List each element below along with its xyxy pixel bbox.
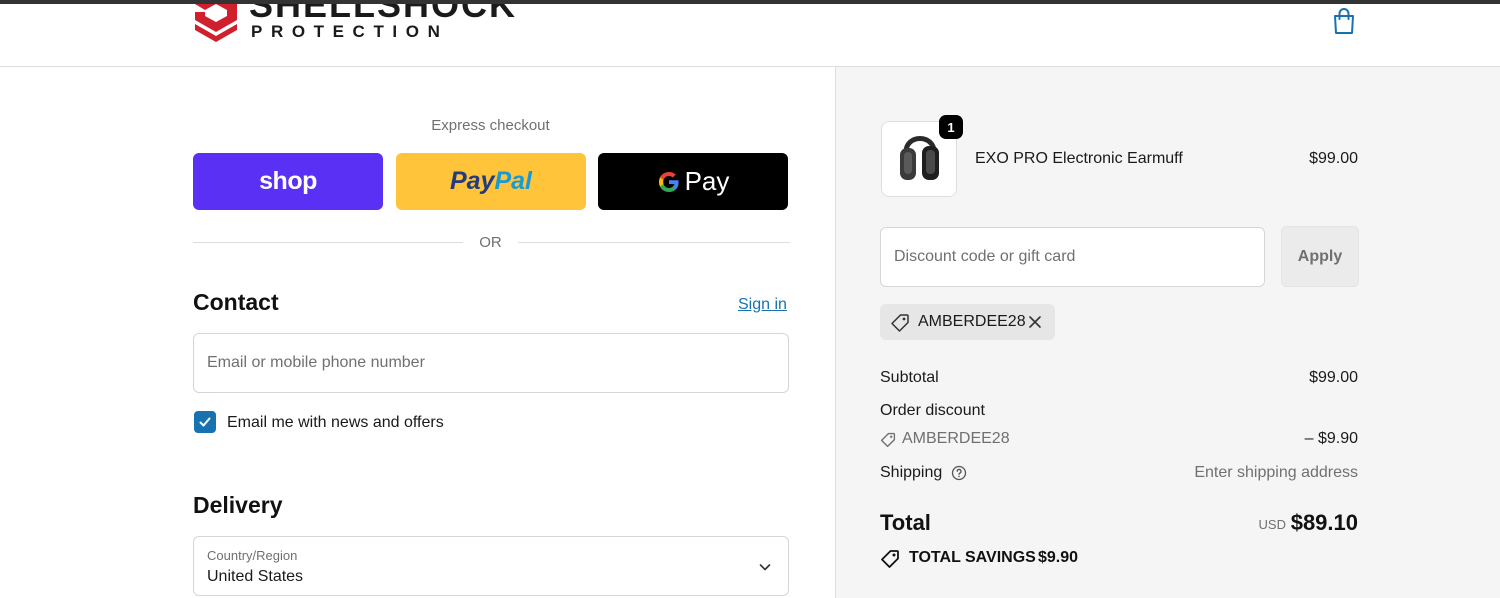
shop-pay-button[interactable]: shop <box>193 153 383 210</box>
discount-amount: – $9.90 <box>1304 430 1358 447</box>
subtotal-value: $99.00 <box>1309 369 1358 386</box>
or-divider: OR <box>193 234 790 252</box>
help-circle-icon[interactable] <box>951 465 967 481</box>
google-pay-button[interactable]: Pay <box>598 153 788 210</box>
brand-mark-icon <box>195 4 237 42</box>
product-price: $99.00 <box>1309 150 1358 167</box>
google-g-icon <box>658 171 679 192</box>
total-currency: USD <box>1258 517 1286 532</box>
news-offers-label: Email me with news and offers <box>227 414 444 431</box>
checkmark-icon <box>199 417 211 427</box>
shop-pay-label: shop <box>259 167 317 195</box>
applied-discount-tag: AMBERDEE28 <box>880 304 1055 340</box>
sign-in-link[interactable]: Sign in <box>738 296 787 314</box>
paypal-label: PayPal <box>449 167 532 195</box>
chevron-down-icon <box>759 564 771 571</box>
total-savings-label: TOTAL SAVINGS <box>909 549 1036 566</box>
google-pay-label: Pay <box>684 166 730 196</box>
order-discount-label: Order discount <box>880 402 985 419</box>
product-name: EXO PRO Electronic Earmuff <box>975 150 1183 167</box>
shipping-value: Enter shipping address <box>1194 464 1358 481</box>
shipping-label: Shipping <box>880 464 943 481</box>
total-amount: $89.10 <box>1290 510 1358 535</box>
subtotal-label: Subtotal <box>880 369 939 386</box>
paypal-button[interactable]: PayPal <box>396 153 586 210</box>
shopping-bag-icon[interactable] <box>1331 7 1357 35</box>
summary-discount-code: AMBERDEE28 <box>902 430 1010 447</box>
savings-tag-icon <box>881 550 899 568</box>
contact-title: Contact <box>193 289 279 315</box>
discount-code-input[interactable] <box>880 227 1265 287</box>
total-label: Total <box>880 510 931 535</box>
country-region-value: United States <box>207 568 304 585</box>
express-checkout-title: Express checkout <box>431 117 550 134</box>
remove-discount-icon[interactable] <box>1027 314 1043 330</box>
country-region-select[interactable]: Country/Region United States <box>193 536 789 596</box>
apply-discount-button[interactable]: Apply <box>1281 226 1359 287</box>
site-header: SHELLSHOCK PROTECTION <box>0 4 1500 67</box>
tag-icon <box>891 314 909 332</box>
applied-discount-code: AMBERDEE28 <box>918 313 1026 330</box>
country-region-label: Country/Region <box>207 548 298 563</box>
total-savings-amount: $9.90 <box>1038 549 1079 566</box>
quantity-badge: 1 <box>939 115 963 139</box>
brand-tagline: PROTECTION <box>251 22 449 41</box>
small-tag-icon <box>880 432 896 448</box>
delivery-title: Delivery <box>193 492 283 518</box>
email-field[interactable] <box>193 333 789 393</box>
news-offers-checkbox[interactable] <box>194 411 216 433</box>
